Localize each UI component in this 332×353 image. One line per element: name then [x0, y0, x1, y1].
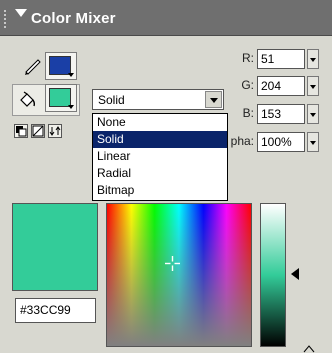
fill-type-option-none[interactable]: None: [93, 114, 227, 131]
fill-type-option-bitmap[interactable]: Bitmap: [93, 182, 227, 199]
color-preview-swatch: [12, 203, 98, 291]
red-input[interactable]: 51: [257, 49, 305, 69]
brightness-slider[interactable]: [260, 203, 286, 347]
fill-dropdown-arrow-icon: [68, 105, 74, 109]
black-white-icon[interactable]: [14, 124, 28, 138]
panel-header[interactable]: Color Mixer: [0, 0, 332, 36]
fill-type-option-solid[interactable]: Solid: [93, 131, 227, 148]
green-input[interactable]: 204: [257, 76, 305, 96]
brightness-pointer-icon[interactable]: [291, 268, 299, 280]
stroke-color-swatch[interactable]: [45, 52, 77, 80]
collapse-arrow-icon[interactable]: [15, 9, 27, 17]
fill-type-select[interactable]: Solid: [92, 89, 224, 110]
chevron-down-icon[interactable]: [205, 91, 222, 108]
fill-type-dropdown: None Solid Linear Radial Bitmap: [92, 113, 228, 201]
saturation-gradient: [107, 204, 251, 346]
stroke-dropdown-arrow-icon: [68, 73, 74, 77]
fill-type-value: Solid: [98, 93, 125, 107]
fill-color-swatch[interactable]: [45, 84, 77, 112]
alpha-input[interactable]: 100%: [257, 132, 305, 152]
pencil-icon[interactable]: [23, 55, 43, 75]
fill-type-option-radial[interactable]: Radial: [93, 165, 227, 182]
panel-title: Color Mixer: [31, 10, 116, 27]
alpha-label: pha:: [230, 134, 254, 148]
resize-handle-icon[interactable]: [303, 343, 315, 353]
swap-colors-icon[interactable]: [48, 124, 62, 138]
green-label: G:: [241, 78, 254, 92]
alpha-dropdown-icon[interactable]: [307, 132, 319, 152]
blue-input[interactable]: 153: [257, 104, 305, 124]
blue-dropdown-icon[interactable]: [307, 104, 319, 124]
paint-bucket-icon[interactable]: [16, 89, 38, 111]
hex-input[interactable]: #33CC99: [15, 298, 96, 323]
grip-icon[interactable]: [4, 8, 9, 28]
color-spectrum-field[interactable]: [106, 203, 252, 347]
blue-label: B:: [242, 106, 254, 120]
red-label: R:: [242, 51, 254, 65]
green-dropdown-icon[interactable]: [307, 76, 319, 96]
fill-type-option-linear[interactable]: Linear: [93, 148, 227, 165]
no-color-icon[interactable]: [31, 124, 45, 138]
crosshair-icon[interactable]: [165, 256, 180, 271]
red-dropdown-icon[interactable]: [307, 49, 319, 69]
